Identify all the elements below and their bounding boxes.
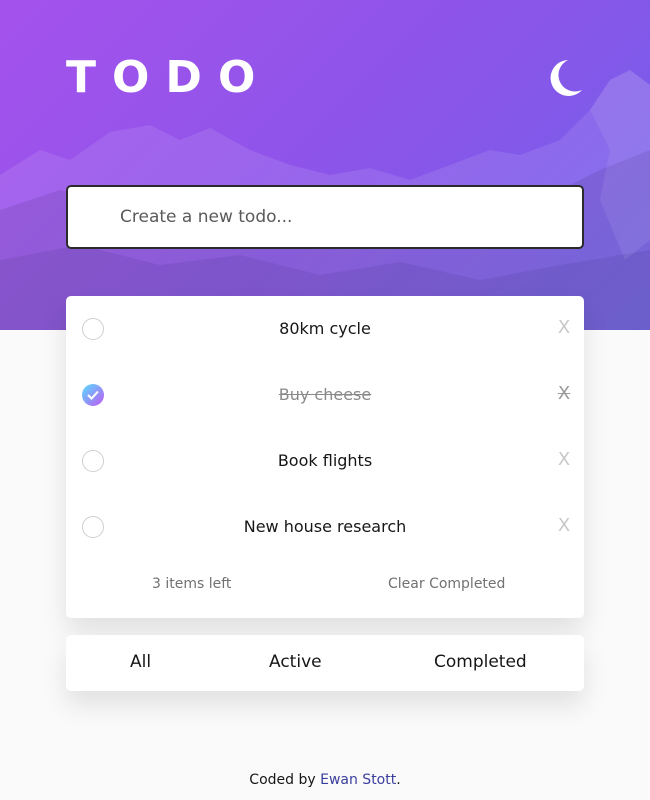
mountain-background-image (0, 70, 650, 330)
theme-toggle-button[interactable] (546, 56, 586, 100)
todo-list: 80km cycle X Buy cheese X Book flights X… (66, 296, 584, 618)
todo-checkbox[interactable] (82, 516, 104, 538)
todo-text[interactable]: 80km cycle (126, 296, 524, 362)
list-footer: 3 items left Clear Completed (66, 560, 584, 610)
moon-icon (550, 60, 582, 96)
check-icon (87, 390, 99, 400)
create-todo-box (66, 185, 584, 249)
todo-text[interactable]: Book flights (126, 428, 524, 494)
credit-text: Coded by Ewan Stott. (0, 772, 650, 788)
todo-checkbox-checked[interactable] (82, 384, 104, 406)
todo-text-completed[interactable]: Buy cheese (126, 362, 524, 428)
header-background (0, 0, 650, 330)
list-item: 80km cycle X (66, 296, 584, 362)
clear-completed-button[interactable]: Clear Completed (388, 576, 505, 592)
delete-todo-button[interactable]: X (556, 317, 572, 339)
todo-app: TODO 80km cycle X Buy cheese X Book flig… (0, 0, 650, 800)
delete-todo-button[interactable]: X (556, 515, 572, 537)
todo-text[interactable]: New house research (126, 494, 524, 560)
todo-checkbox[interactable] (82, 450, 104, 472)
filter-all-button[interactable]: All (130, 652, 151, 672)
credit-suffix: . (396, 772, 401, 788)
filter-active-button[interactable]: Active (269, 652, 322, 672)
filter-completed-button[interactable]: Completed (434, 652, 527, 672)
delete-todo-button[interactable]: X (556, 383, 572, 405)
list-item: Book flights X (66, 428, 584, 494)
create-todo-input[interactable] (120, 197, 560, 237)
filter-bar: All Active Completed (66, 635, 584, 691)
list-item: Buy cheese X (66, 362, 584, 428)
todo-checkbox[interactable] (82, 318, 104, 340)
app-title: TODO (66, 52, 272, 103)
credit-prefix: Coded by (249, 772, 321, 788)
list-item: New house research X (66, 494, 584, 560)
items-left-count: 3 items left (152, 576, 232, 592)
author-link[interactable]: Ewan Stott (320, 772, 396, 788)
delete-todo-button[interactable]: X (556, 449, 572, 471)
